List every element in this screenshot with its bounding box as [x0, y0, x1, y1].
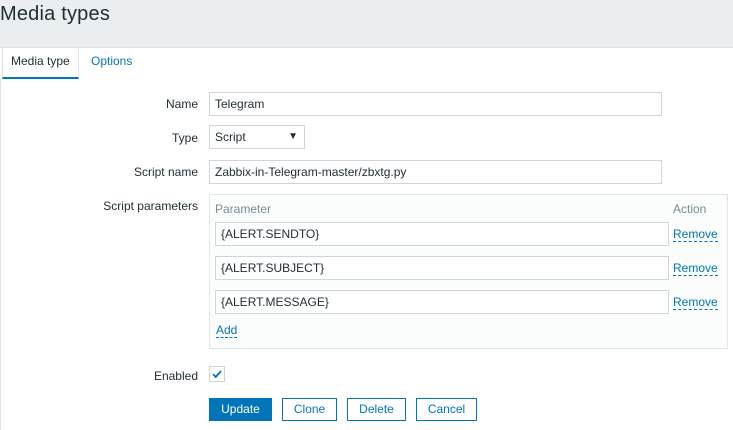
type-select[interactable]: Script ▼ — [209, 125, 305, 149]
remove-link-sendto[interactable]: Remove — [673, 228, 718, 242]
tab-media-type[interactable]: Media type — [2, 48, 79, 79]
script-name-input[interactable] — [209, 160, 662, 184]
tab-bar: Media type Options — [0, 47, 733, 80]
update-button[interactable]: Update — [209, 398, 272, 421]
delete-button[interactable]: Delete — [347, 398, 406, 421]
script-parameters-label: Script parameters — [103, 199, 198, 213]
name-label: Name — [165, 97, 198, 111]
name-input[interactable] — [209, 92, 662, 116]
script-name-label: Script name — [133, 165, 198, 179]
enabled-label: Enabled — [153, 369, 198, 383]
type-selected-value: Script — [215, 130, 246, 144]
action-column-header: Action — [673, 202, 707, 216]
parameter-input-message[interactable] — [215, 290, 669, 314]
remove-link-message[interactable]: Remove — [673, 296, 718, 310]
remove-link-subject[interactable]: Remove — [673, 262, 718, 276]
script-parameters-table: Parameter Action Remove Remove Remove Ad… — [209, 194, 728, 349]
clone-button[interactable]: Clone — [282, 398, 337, 421]
add-parameter-link[interactable]: Add — [216, 324, 238, 338]
media-type-form: Name Type Script ▼ Script name Script pa… — [0, 79, 733, 430]
enabled-checkbox[interactable] — [209, 366, 225, 382]
page-title: Media types — [0, 3, 111, 25]
parameter-column-header: Parameter — [215, 202, 272, 216]
parameter-input-subject[interactable] — [215, 256, 669, 280]
tab-options[interactable]: Options — [83, 48, 140, 79]
checkmark-icon — [212, 370, 222, 379]
caret-down-icon: ▼ — [288, 131, 298, 142]
parameter-input-sendto[interactable] — [215, 222, 669, 246]
cancel-button[interactable]: Cancel — [416, 398, 477, 421]
type-label: Type — [171, 131, 198, 145]
